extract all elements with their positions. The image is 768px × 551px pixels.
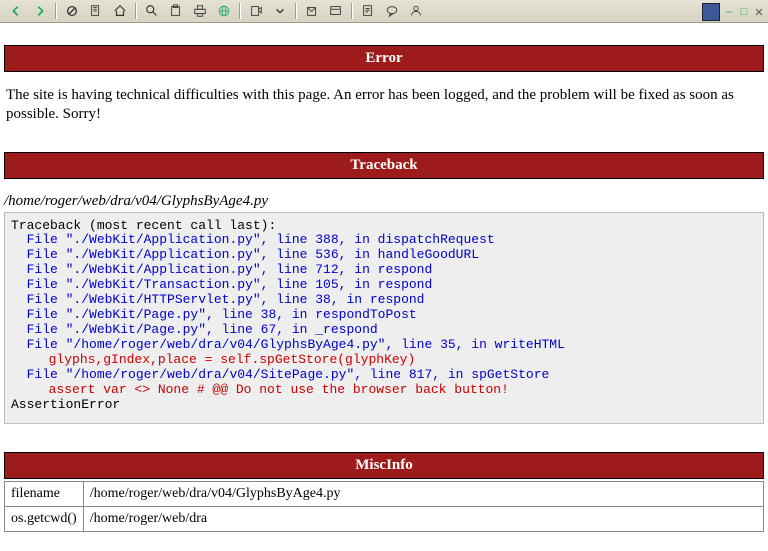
- traceback-frame: File "./WebKit/Application.py", line 712…: [27, 262, 433, 277]
- traceback-frame: File "./WebKit/Transaction.py", line 105…: [27, 277, 433, 292]
- maximize-button[interactable]: □: [738, 6, 750, 18]
- minimize-button[interactable]: –: [723, 6, 735, 18]
- traceback-frame: File "/home/roger/web/dra/v04/GlyphsByAg…: [27, 337, 565, 352]
- misc-key: filename: [5, 481, 84, 506]
- misc-row: filename/home/roger/web/dra/v04/GlyphsBy…: [5, 481, 764, 506]
- traceback-box: Traceback (most recent call last): File …: [4, 212, 764, 424]
- traceback-frame: File "./WebKit/Application.py", line 388…: [27, 232, 495, 247]
- back-arrow-icon[interactable]: [5, 1, 27, 21]
- chat-icon[interactable]: [381, 1, 403, 21]
- misc-key: os.getcwd(): [5, 506, 84, 531]
- miscinfo-heading: MiscInfo: [4, 452, 764, 479]
- close-button[interactable]: ✕: [753, 6, 765, 18]
- search-icon[interactable]: [141, 1, 163, 21]
- note-icon[interactable]: [357, 1, 379, 21]
- page-content: Error The site is having technical diffi…: [0, 23, 768, 532]
- traceback-exception: AssertionError: [11, 397, 120, 412]
- traceback-heading: Traceback: [4, 152, 764, 179]
- error-heading: Error: [4, 45, 764, 72]
- toolbar: [0, 0, 768, 23]
- user-icon[interactable]: [405, 1, 427, 21]
- reload-icon[interactable]: [85, 1, 107, 21]
- forward-arrow-icon[interactable]: [29, 1, 51, 21]
- bookmark-icon[interactable]: [301, 1, 323, 21]
- stop-icon[interactable]: [61, 1, 83, 21]
- source-file-path: /home/roger/web/dra/v04/GlyphsByAge4.py: [4, 193, 764, 210]
- traceback-code: glyphs,gIndex,place = self.spGetStore(gl…: [49, 352, 416, 367]
- traceback-header: Traceback (most recent call last):: [11, 218, 276, 233]
- print-icon[interactable]: [189, 1, 211, 21]
- home-icon[interactable]: [109, 1, 131, 21]
- globe-icon[interactable]: [213, 1, 235, 21]
- traceback-frame: File "./WebKit/Page.py", line 67, in _re…: [27, 322, 378, 337]
- misc-value: /home/roger/web/dra: [83, 506, 763, 531]
- traceback-frame: File "/home/roger/web/dra/v04/SitePage.p…: [27, 367, 550, 382]
- misc-row: os.getcwd()/home/roger/web/dra: [5, 506, 764, 531]
- clipboard-icon[interactable]: [165, 1, 187, 21]
- misc-value: /home/roger/web/dra/v04/GlyphsByAge4.py: [83, 481, 763, 506]
- window-icon[interactable]: [325, 1, 347, 21]
- error-message: The site is having technical difficultie…: [6, 86, 762, 124]
- traceback-code: assert var <> None # @@ Do not use the b…: [49, 382, 509, 397]
- security-icon[interactable]: [245, 1, 267, 21]
- app-icon: [702, 3, 720, 21]
- traceback-frame: File "./WebKit/Page.py", line 38, in res…: [27, 307, 417, 322]
- dropdown-icon[interactable]: [269, 1, 291, 21]
- traceback-frame: File "./WebKit/Application.py", line 536…: [27, 247, 479, 262]
- traceback-frame: File "./WebKit/HTTPServlet.py", line 38,…: [27, 292, 425, 307]
- browser-window: – □ ✕ Error The site is having technical…: [0, 0, 768, 551]
- misc-table: filename/home/roger/web/dra/v04/GlyphsBy…: [4, 481, 764, 532]
- window-controls: – □ ✕: [702, 3, 765, 21]
